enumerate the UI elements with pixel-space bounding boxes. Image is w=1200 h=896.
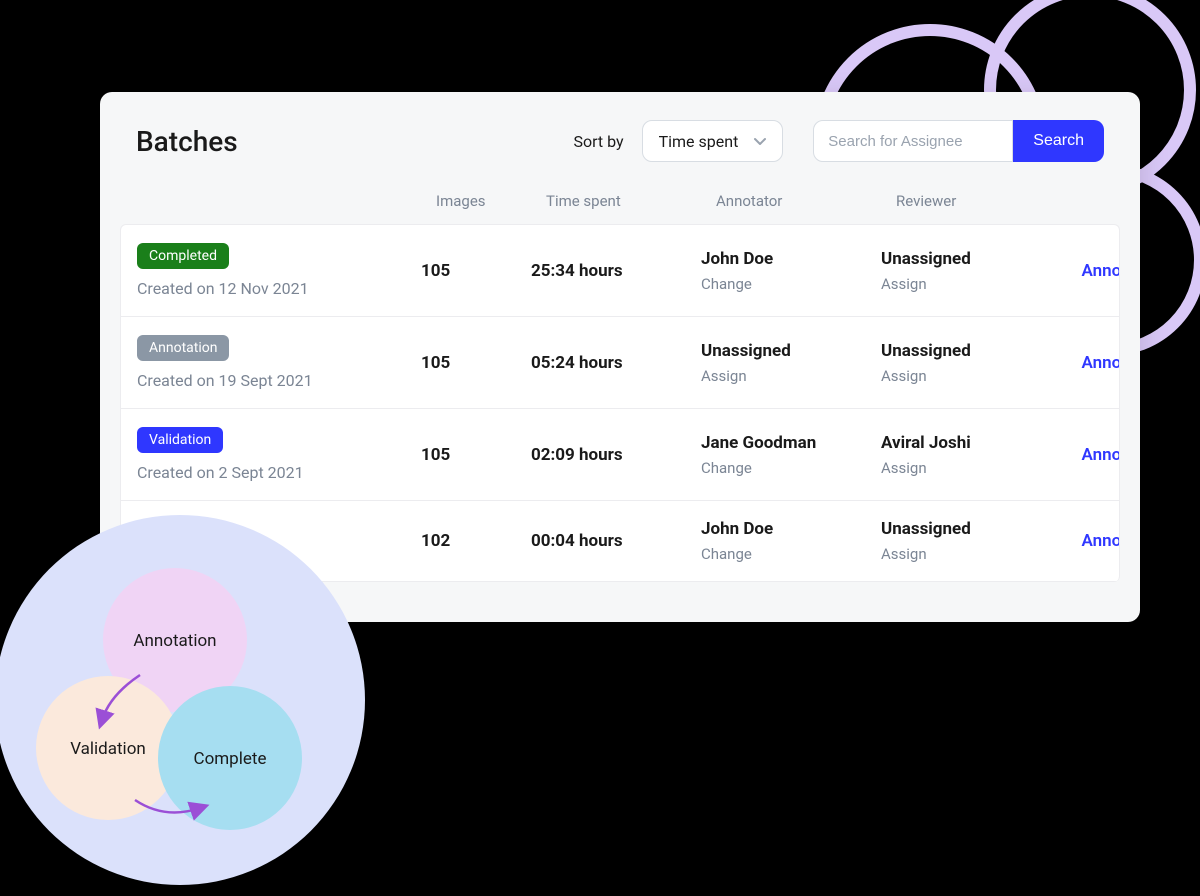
page-title: Batches (136, 125, 573, 158)
cell-time: 25:34 hours (531, 261, 701, 281)
sort-select[interactable]: Time spent (642, 120, 784, 162)
created-date: Created on 19 Sept 2021 (137, 371, 313, 390)
cell-time: 05:24 hours (531, 353, 701, 373)
annotator-name: Jane Goodman (701, 433, 881, 453)
annotator-action[interactable]: Change (701, 459, 881, 477)
cell-annotator: Jane Goodman Change (701, 433, 881, 477)
th-reviewer: Reviewer (896, 192, 1066, 210)
reviewer-name: Unassigned (881, 341, 1051, 361)
table-row: Completed Created on 12 Nov 2021 105 25:… (121, 225, 1119, 317)
diagram-validation-label: Validation (70, 739, 146, 759)
reviewer-action[interactable]: Assign (881, 367, 1051, 385)
cell-images: 102 (421, 531, 531, 551)
reviewer-name: Aviral Joshi (881, 433, 1051, 453)
th-images: Images (436, 192, 546, 210)
table-row: Annotation Created on 19 Sept 2021 105 0… (121, 317, 1119, 409)
annotator-action[interactable]: Change (701, 275, 881, 293)
table-row: Validation Created on 2 Sept 2021 105 02… (121, 409, 1119, 501)
sort-selected-value: Time spent (659, 132, 739, 151)
reviewer-name: Unassigned (881, 519, 1051, 539)
table-header: Status Images Time spent Annotator Revie… (100, 192, 1140, 224)
sort-by-label: Sort by (573, 132, 623, 151)
cell-images: 105 (421, 261, 531, 281)
search-group: Search (813, 120, 1104, 162)
annotate-link[interactable]: Annotate (1051, 531, 1120, 551)
cell-annotator: John Doe Change (701, 519, 881, 563)
reviewer-action[interactable]: Assign (881, 459, 1051, 477)
reviewer-action[interactable]: Assign (881, 545, 1051, 563)
status-badge: Completed (137, 243, 229, 269)
cell-reviewer: Unassigned Assign (881, 341, 1051, 385)
th-action (1066, 192, 1166, 210)
th-time: Time spent (546, 192, 716, 210)
cell-reviewer: Aviral Joshi Assign (881, 433, 1051, 477)
cell-images: 105 (421, 445, 531, 465)
annotator-name: John Doe (701, 249, 881, 269)
annotator-action[interactable]: Assign (701, 367, 881, 385)
cell-annotator: John Doe Change (701, 249, 881, 293)
reviewer-action[interactable]: Assign (881, 275, 1051, 293)
cell-annotator: Unassigned Assign (701, 341, 881, 385)
created-date: Created on 12 Nov 2021 (137, 279, 309, 298)
cell-time: 02:09 hours (531, 445, 701, 465)
annotator-action[interactable]: Change (701, 545, 881, 563)
chevron-down-icon (752, 133, 768, 149)
status-badge: Validation (137, 427, 223, 453)
cell-status: Annotation Created on 19 Sept 2021 (137, 335, 421, 390)
cell-time: 00:04 hours (531, 531, 701, 551)
annotate-link[interactable]: Annotate (1051, 353, 1120, 373)
cell-reviewer: Unassigned Assign (881, 519, 1051, 563)
diagram-annotation-label: Annotation (133, 631, 216, 651)
annotate-link[interactable]: Annotate (1051, 445, 1120, 465)
cell-status: Completed Created on 12 Nov 2021 (137, 243, 421, 298)
reviewer-name: Unassigned (881, 249, 1051, 269)
status-badge: Annotation (137, 335, 229, 361)
annotate-link[interactable]: Annotate (1051, 261, 1120, 281)
annotator-name: Unassigned (701, 341, 881, 361)
cell-status: Validation Created on 2 Sept 2021 (137, 427, 421, 482)
workflow-diagram: Annotation Validation Complete (0, 510, 370, 890)
search-input[interactable] (813, 120, 1013, 162)
created-date: Created on 2 Sept 2021 (137, 463, 304, 482)
th-annotator: Annotator (716, 192, 896, 210)
search-button[interactable]: Search (1013, 120, 1104, 162)
cell-reviewer: Unassigned Assign (881, 249, 1051, 293)
annotator-name: John Doe (701, 519, 881, 539)
cell-images: 105 (421, 353, 531, 373)
diagram-complete-label: Complete (194, 749, 267, 769)
card-header: Batches Sort by Time spent Search (100, 120, 1140, 192)
